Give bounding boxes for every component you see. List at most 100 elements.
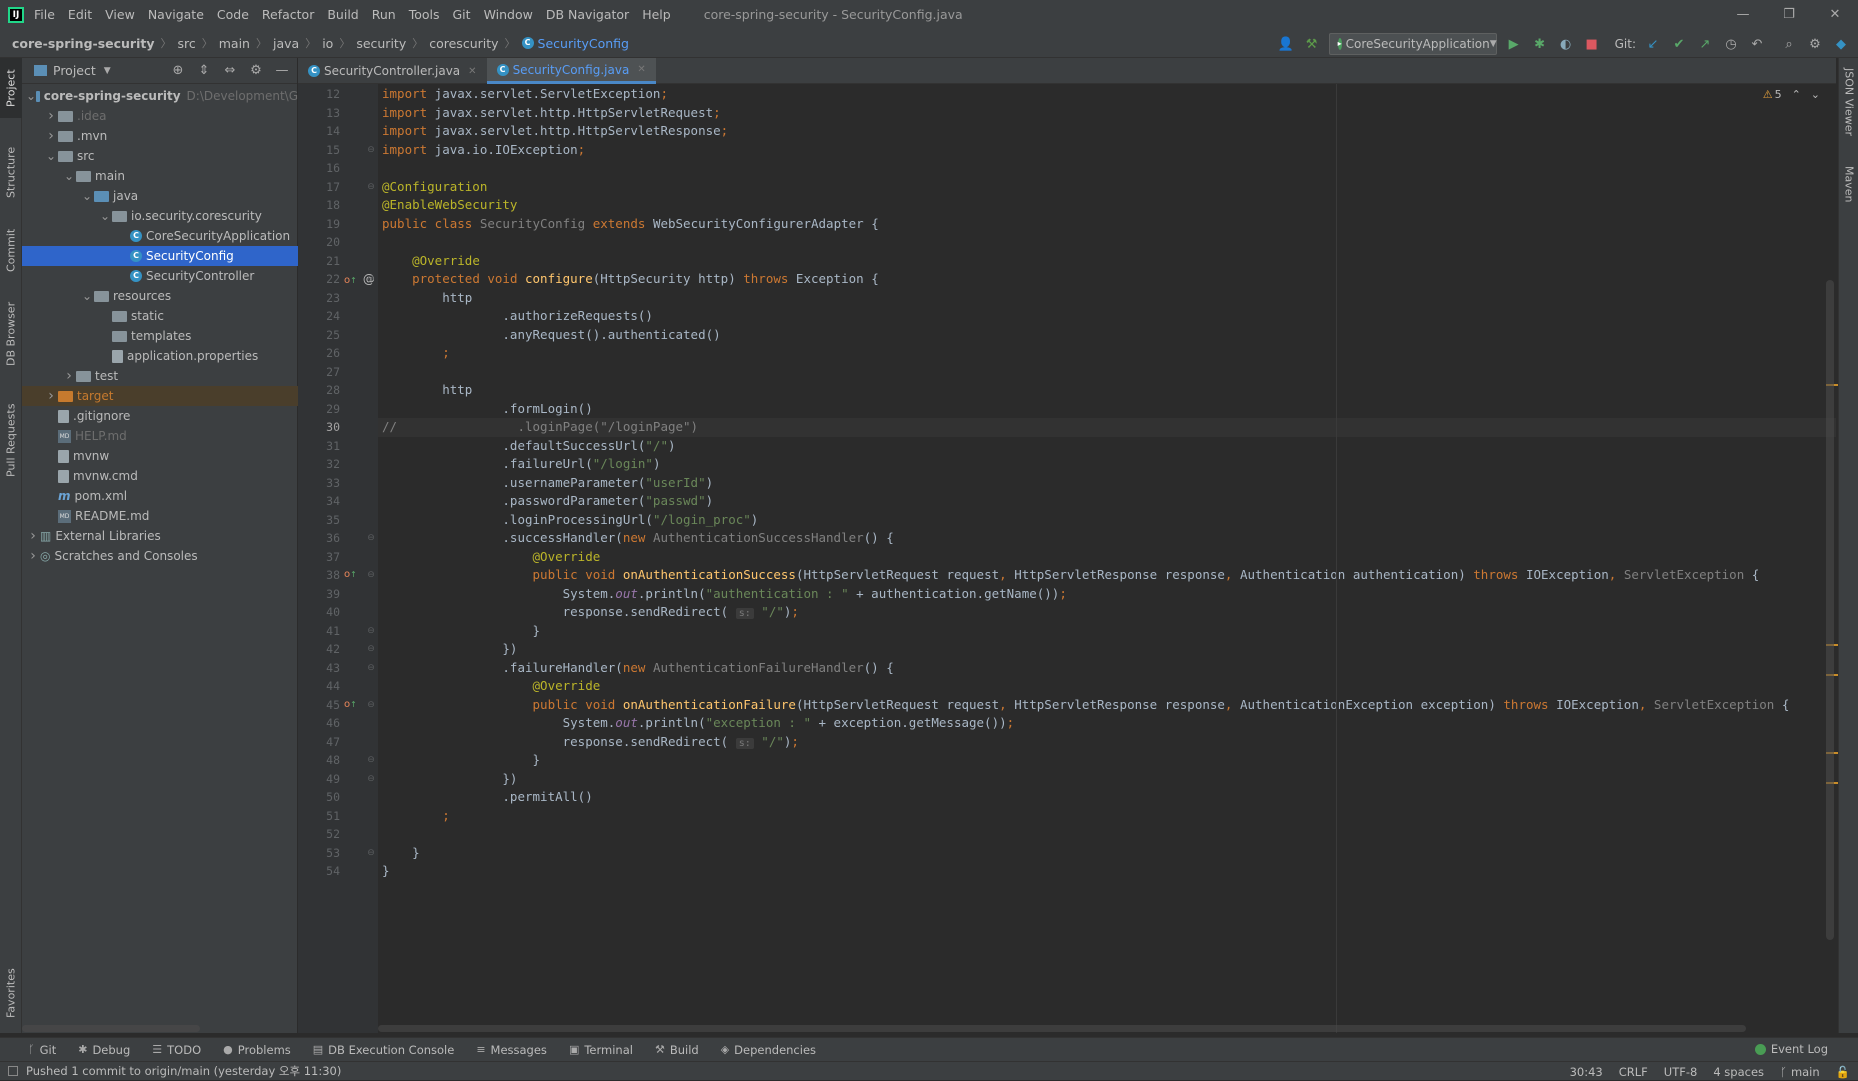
code-line[interactable]: import javax.servlet.http.HttpServletReq… bbox=[378, 104, 1836, 123]
tree-item[interactable]: C SecurityConfig bbox=[22, 246, 298, 266]
event-log-button[interactable]: Event Log bbox=[1754, 1042, 1828, 1056]
code-line[interactable]: response.sendRedirect( s: "/"); bbox=[378, 603, 1836, 622]
expanded-chevron-icon[interactable]: ⌄ bbox=[44, 149, 58, 163]
expand-all-icon[interactable]: ⇕ bbox=[197, 63, 211, 78]
line-number[interactable]: 17 bbox=[298, 178, 340, 197]
status-message[interactable]: Pushed 1 commit to origin/main (yesterda… bbox=[26, 1063, 341, 1079]
line-number[interactable]: 49 bbox=[298, 770, 340, 789]
tool-tab-commit[interactable]: Commit bbox=[0, 220, 22, 280]
code-line[interactable]: .permitAll() bbox=[378, 788, 1836, 807]
menu-item-git[interactable]: Git bbox=[453, 7, 471, 22]
editor-horizontal-scrollbar[interactable] bbox=[378, 1025, 1746, 1032]
coverage-icon[interactable]: ◐ bbox=[1557, 35, 1575, 53]
line-number[interactable]: 44 bbox=[298, 677, 340, 696]
breadcrumb-item[interactable]: corescurity bbox=[429, 36, 498, 51]
line-number[interactable]: 14 bbox=[298, 122, 340, 141]
run-icon[interactable]: ▶ bbox=[1505, 35, 1523, 53]
code-line[interactable]: .formLogin() bbox=[378, 400, 1836, 419]
line-number[interactable]: 47 bbox=[298, 733, 340, 752]
line-number[interactable]: 19 bbox=[298, 215, 340, 234]
tree-item[interactable]: m pom.xml bbox=[22, 486, 298, 506]
breadcrumb-item[interactable]: security bbox=[356, 36, 406, 51]
status-toggle-icon[interactable] bbox=[8, 1066, 18, 1076]
line-number[interactable]: 45 bbox=[298, 696, 340, 715]
breadcrumb-item[interactable]: io bbox=[322, 36, 333, 51]
breadcrumb-item[interactable]: core-spring-security bbox=[12, 36, 155, 51]
git-update-icon[interactable]: ↙ bbox=[1644, 35, 1662, 53]
rollback-icon[interactable]: ↶ bbox=[1748, 35, 1766, 53]
fold-marker-icon[interactable]: ⊖ bbox=[367, 566, 375, 585]
restore-button[interactable]: ❐ bbox=[1766, 0, 1812, 29]
caret-position[interactable]: 30:43 bbox=[1570, 1065, 1603, 1079]
line-number[interactable]: 48 bbox=[298, 751, 340, 770]
tree-item[interactable]: MD README.md bbox=[22, 506, 298, 526]
tree-item[interactable]: ⌄ java bbox=[22, 186, 298, 206]
fold-marker-icon[interactable]: ⊖ bbox=[367, 178, 375, 197]
code-line[interactable]: .defaultSuccessUrl("/") bbox=[378, 437, 1836, 456]
editor-tab[interactable]: C SecurityController.java ✕ bbox=[298, 58, 487, 84]
locate-file-icon[interactable]: ⊕ bbox=[171, 63, 185, 78]
tool-tab-favorites[interactable]: Favorites bbox=[0, 958, 22, 1028]
collapsed-chevron-icon[interactable]: › bbox=[26, 548, 40, 564]
line-number[interactable]: 41 bbox=[298, 622, 340, 641]
toolbox-icon[interactable]: ◆ bbox=[1832, 35, 1850, 53]
line-number[interactable]: 29 bbox=[298, 400, 340, 419]
close-tab-icon[interactable]: ✕ bbox=[637, 64, 645, 75]
line-number[interactable]: 33 bbox=[298, 474, 340, 493]
code-line[interactable]: } bbox=[378, 844, 1836, 863]
line-number[interactable]: 22 bbox=[298, 270, 340, 289]
line-number[interactable]: 31 bbox=[298, 437, 340, 456]
fold-marker-icon[interactable]: ⊖ bbox=[367, 696, 375, 715]
line-number[interactable]: 13 bbox=[298, 104, 340, 123]
menu-item-db-navigator[interactable]: DB Navigator bbox=[546, 7, 629, 22]
override-method-icon[interactable]: o↑ bbox=[344, 566, 357, 585]
menu-item-tools[interactable]: Tools bbox=[409, 7, 440, 22]
line-number[interactable]: 50 bbox=[298, 788, 340, 807]
code-line[interactable]: ; bbox=[378, 807, 1836, 826]
line-number[interactable]: 53 bbox=[298, 844, 340, 863]
project-horizontal-scrollbar[interactable] bbox=[22, 1025, 200, 1032]
expanded-chevron-icon[interactable]: ⌄ bbox=[26, 89, 36, 103]
fold-marker-icon[interactable]: ⊖ bbox=[367, 529, 375, 548]
search-icon[interactable]: ⌕ bbox=[1780, 35, 1798, 53]
build-hammer-icon[interactable]: ⚒ bbox=[1303, 35, 1321, 53]
line-number[interactable]: 34 bbox=[298, 492, 340, 511]
code-line[interactable]: public void onAuthenticationFailure(Http… bbox=[378, 696, 1836, 715]
menu-item-edit[interactable]: Edit bbox=[68, 7, 92, 22]
minimize-button[interactable]: — bbox=[1720, 0, 1766, 29]
code-line[interactable]: System.out.println("exception : " + exce… bbox=[378, 714, 1836, 733]
code-line[interactable]: }) bbox=[378, 770, 1836, 789]
line-number[interactable]: 35 bbox=[298, 511, 340, 530]
breadcrumb-item[interactable]: SecurityConfig bbox=[538, 36, 629, 51]
code-line[interactable]: .passwordParameter("passwd") bbox=[378, 492, 1836, 511]
code-line[interactable]: public class SecurityConfig extends WebS… bbox=[378, 215, 1836, 234]
chevron-down-icon[interactable]: ▼ bbox=[104, 66, 111, 76]
expanded-chevron-icon[interactable]: ⌄ bbox=[98, 209, 112, 223]
user-account-icon[interactable]: 👤 bbox=[1277, 35, 1295, 53]
line-number[interactable]: 25 bbox=[298, 326, 340, 345]
expanded-chevron-icon[interactable]: ⌄ bbox=[62, 169, 76, 183]
code-line[interactable]: @Configuration bbox=[378, 178, 1836, 197]
tool-tab-pull-requests[interactable]: Pull Requests bbox=[0, 390, 22, 490]
tree-item[interactable]: .gitignore bbox=[22, 406, 298, 426]
line-number[interactable]: 46 bbox=[298, 714, 340, 733]
tool-tab-structure[interactable]: Structure bbox=[0, 136, 22, 208]
code-line[interactable]: } bbox=[378, 751, 1836, 770]
line-number[interactable]: 51 bbox=[298, 807, 340, 826]
code-line[interactable]: .loginProcessingUrl("/login_proc") bbox=[378, 511, 1836, 530]
code-line[interactable]: http bbox=[378, 381, 1836, 400]
line-number[interactable]: 40 bbox=[298, 603, 340, 622]
tool-window-button-problems[interactable]: ● Problems bbox=[223, 1043, 291, 1057]
line-number[interactable]: 54 bbox=[298, 862, 340, 881]
collapsed-chevron-icon[interactable]: › bbox=[44, 388, 58, 404]
line-number[interactable]: 21 bbox=[298, 252, 340, 271]
tree-item[interactable]: › target bbox=[22, 386, 298, 406]
previous-highlight-icon[interactable]: ⌃ bbox=[1792, 88, 1801, 101]
code-line[interactable]: import javax.servlet.ServletException; bbox=[378, 85, 1836, 104]
menu-item-window[interactable]: Window bbox=[484, 7, 533, 22]
fold-marker-icon[interactable]: ⊖ bbox=[367, 770, 375, 789]
code-line[interactable] bbox=[378, 363, 1836, 382]
line-number[interactable]: 15 bbox=[298, 141, 340, 160]
fold-marker-icon[interactable]: ⊖ bbox=[367, 844, 375, 863]
line-number[interactable]: 36 bbox=[298, 529, 340, 548]
